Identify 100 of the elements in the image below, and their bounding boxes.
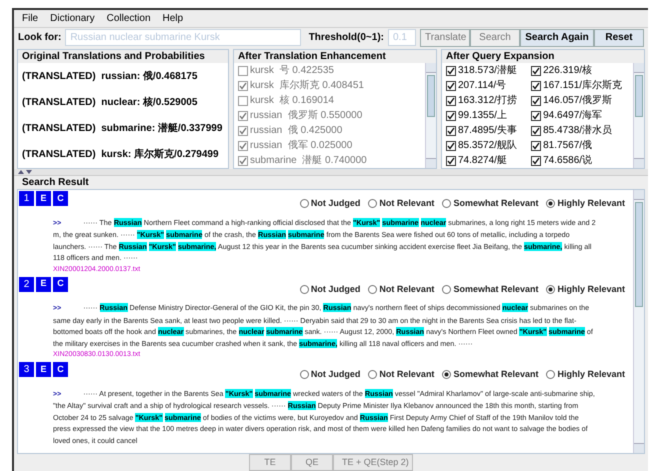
threshold-label: Threshold(0~1): — [308, 31, 384, 45]
checkbox-label: 167.151/库尔斯克 — [543, 78, 622, 93]
checkbox[interactable] — [531, 110, 542, 120]
checkbox-label: submarine 潜艇 0.740000 — [250, 154, 367, 168]
radio-label: Not Judged — [310, 282, 360, 296]
radio-button[interactable] — [546, 284, 556, 294]
button[interactable]: Reset — [594, 28, 644, 46]
checkbox-label: russian 俄罗斯 0.550000 — [250, 108, 362, 123]
menu-item[interactable]: Help — [162, 11, 184, 26]
checkbox-label: 74.8274/艇 — [458, 154, 507, 168]
checkbox[interactable] — [238, 110, 248, 120]
radio-label: Highly Relevant — [557, 197, 625, 210]
radio-button[interactable] — [442, 284, 452, 294]
translation-text: (TRANSLATED) submarine: 潜艇/0.337999 — [22, 122, 224, 136]
result-tag[interactable]: E — [35, 190, 52, 207]
radio-button[interactable] — [442, 370, 452, 380]
checkbox-label: 74.6586/说 — [543, 154, 592, 168]
radio-button[interactable] — [368, 370, 378, 380]
button[interactable]: Search Again — [520, 28, 594, 46]
checkbox-label: 207.114/号 — [458, 79, 506, 93]
tab[interactable]: TE — [249, 454, 291, 471]
result-tag[interactable]: C — [52, 276, 69, 292]
checkbox-label: kursk 核 0.169014 — [250, 94, 334, 108]
result-tag[interactable]: E — [35, 276, 52, 292]
panel-title: After Translation Enhancement — [234, 50, 436, 63]
radio-label: Not Relevant — [379, 282, 434, 296]
checkbox-label: 85.3572/舰队 — [458, 139, 517, 153]
result-tag[interactable]: E — [35, 361, 52, 378]
tab[interactable]: TE + QE(Step 2) — [333, 454, 413, 471]
result-number: 3 — [18, 361, 35, 378]
checkbox[interactable] — [238, 66, 248, 76]
radio-label: Somewhat Relevant — [453, 197, 538, 210]
splitter-arrows-icon[interactable] — [18, 170, 32, 174]
checkbox[interactable] — [446, 80, 456, 90]
checkbox-label: 87.4895/失事 — [458, 124, 517, 138]
checkbox-label: kursk 库尔斯克 0.408451 — [250, 78, 364, 93]
tab[interactable]: QE — [291, 454, 333, 471]
checkbox[interactable] — [238, 126, 248, 136]
radio-label: Highly Relevant — [557, 282, 625, 296]
radio-label: Somewhat Relevant — [453, 282, 538, 296]
menu-item[interactable]: Dictionary — [50, 11, 95, 26]
result-tag[interactable]: C — [52, 361, 69, 378]
checkbox-label: 226.319/核 — [543, 64, 592, 78]
checkbox[interactable] — [531, 126, 542, 136]
panel-title: After Query Expansion — [442, 50, 644, 63]
checkbox-label: 146.057/俄罗斯 — [543, 94, 612, 108]
checkbox[interactable] — [531, 96, 542, 106]
radio-label: Highly Relevant — [557, 368, 625, 381]
checkbox-label: russian 俄 0.425000 — [250, 124, 342, 138]
radio-button[interactable] — [546, 370, 556, 380]
checkbox[interactable] — [238, 96, 248, 106]
radio-button[interactable] — [300, 284, 309, 294]
checkbox[interactable] — [446, 156, 456, 166]
checkbox[interactable] — [531, 140, 542, 150]
checkbox-label: 99.1355/上 — [458, 108, 507, 123]
result-number: 1 — [18, 190, 35, 207]
checkbox-label: 81.7567/俄 — [543, 138, 592, 153]
section-title: Search Result — [21, 176, 90, 189]
radio-button[interactable] — [546, 199, 556, 208]
menu-item[interactable]: File — [22, 11, 38, 26]
checkbox[interactable] — [446, 66, 456, 76]
translation-text: (TRANSLATED) russian: 俄/0.468175 — [22, 70, 198, 84]
checkbox[interactable] — [238, 80, 248, 90]
checkbox-label: kursk 号 0.422535 — [250, 64, 334, 78]
radio-label: Not Relevant — [379, 368, 434, 381]
checkbox[interactable] — [446, 140, 456, 150]
scrollbar[interactable] — [633, 63, 644, 168]
checkbox[interactable] — [238, 156, 248, 166]
checkbox[interactable] — [531, 156, 542, 166]
result-number: 2 — [18, 276, 35, 292]
radio-label: Somewhat Relevant — [453, 368, 538, 381]
radio-label: Not Relevant — [379, 197, 434, 210]
radio-label: Not Judged — [310, 197, 360, 210]
radio-button[interactable] — [368, 284, 378, 294]
checkbox-label: 85.4738/潜水员 — [543, 124, 612, 138]
menu-item[interactable]: Collection — [106, 11, 151, 26]
search-field[interactable]: Russian nuclear submarine Kursk — [65, 29, 301, 46]
checkbox[interactable] — [531, 80, 542, 90]
radio-button[interactable] — [368, 199, 378, 208]
panel-title: Original Translations and Probabilities — [18, 50, 228, 63]
checkbox-label: 318.573/潜艇 — [458, 64, 517, 78]
result-tag[interactable]: C — [52, 190, 69, 207]
checkbox-label: 163.312/打捞 — [458, 94, 517, 108]
radio-button[interactable] — [300, 199, 309, 208]
radio-button[interactable] — [300, 370, 309, 380]
look-for-label: Look for: — [18, 31, 62, 45]
translation-text: (TRANSLATED) kursk: 库尔斯克/0.279499 — [22, 147, 220, 162]
radio-label: Not Judged — [310, 368, 360, 381]
radio-button[interactable] — [442, 199, 452, 208]
checkbox[interactable] — [446, 110, 456, 120]
checkbox[interactable] — [531, 66, 542, 76]
checkbox[interactable] — [446, 126, 456, 136]
scrollbar[interactable] — [633, 190, 644, 453]
scrollbar[interactable] — [425, 63, 436, 168]
checkbox-label: 94.6497/海军 — [543, 109, 602, 123]
checkbox[interactable] — [446, 96, 456, 106]
translation-text: (TRANSLATED) nuclear: 核/0.529005 — [22, 96, 198, 110]
checkbox[interactable] — [238, 140, 248, 150]
checkbox-label: russian 俄军 0.025000 — [250, 138, 352, 153]
threshold-field[interactable]: 0.1 — [388, 29, 416, 46]
